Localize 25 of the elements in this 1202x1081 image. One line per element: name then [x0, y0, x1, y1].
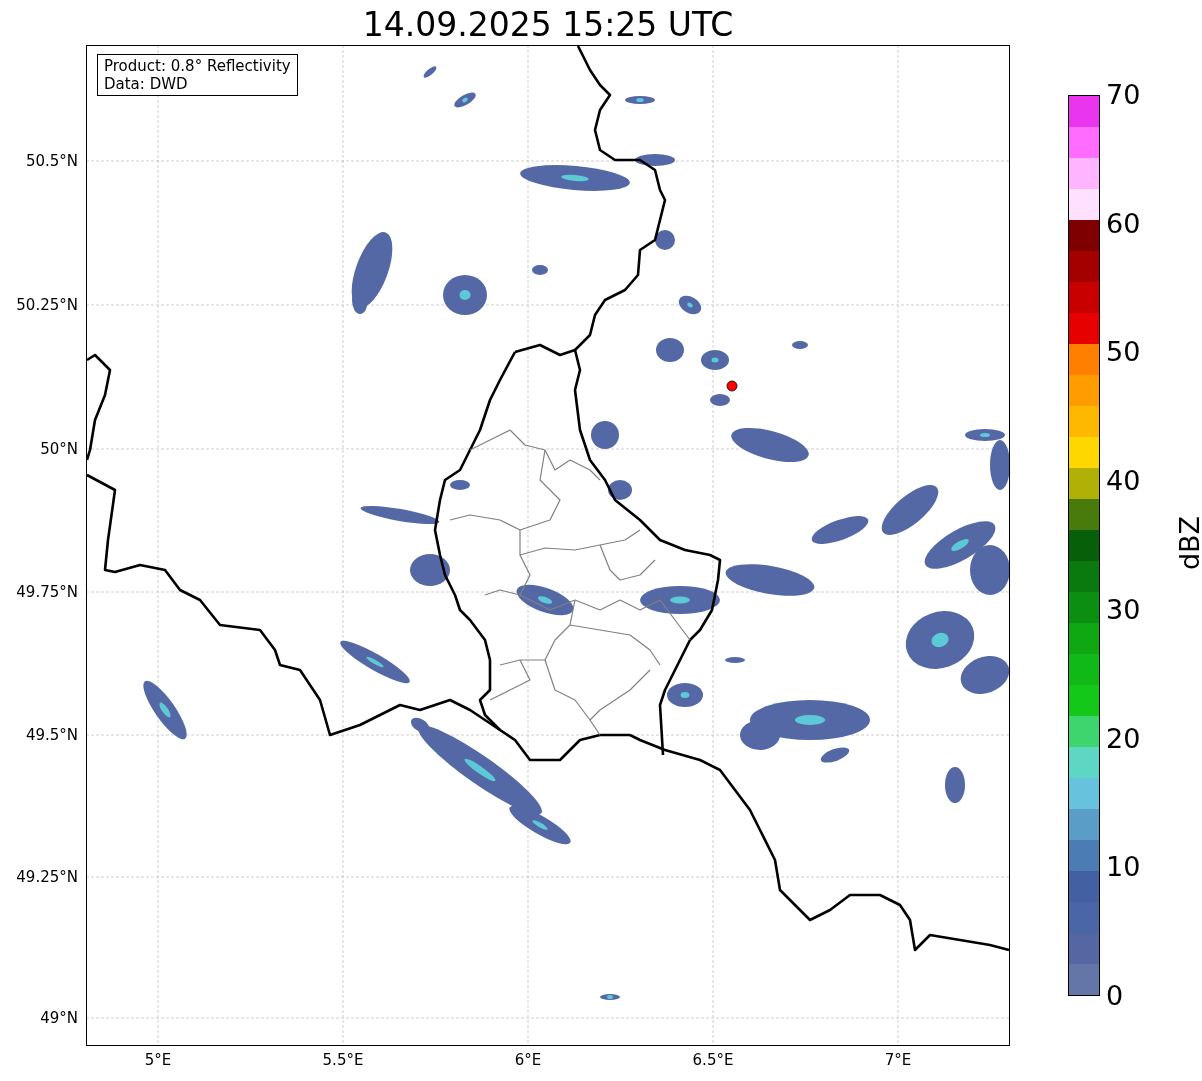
- x-axis-label: 6.5°E: [691, 1050, 735, 1070]
- colorbar-label: 10: [1106, 851, 1142, 884]
- x-axis-label: 5°E: [143, 1050, 173, 1070]
- y-axis-label: 49.75°N: [15, 582, 78, 602]
- colorbar-label: 20: [1106, 722, 1142, 755]
- x-axis-label: 6°E: [513, 1050, 543, 1070]
- y-axis-label: 49.5°N: [24, 725, 78, 745]
- x-axis-label: 5.5°E: [321, 1050, 365, 1070]
- y-axis-label: 50.25°N: [15, 295, 78, 315]
- y-axis-label: 50.5°N: [24, 151, 78, 171]
- colorbar-label: 70: [1106, 79, 1142, 111]
- colorbar-label: 50: [1106, 336, 1142, 369]
- colorbar-title: dBZ: [1174, 514, 1202, 573]
- colorbar-label: 30: [1106, 593, 1142, 626]
- chart-title: 14.09.2025 15:25 UTC: [361, 4, 735, 46]
- x-axis-label: 7°E: [883, 1050, 913, 1070]
- info-text: Product: 0.8° Reflectivity: [104, 57, 291, 75]
- colorbar-label: 0: [1106, 980, 1125, 1012]
- y-axis-label: 50°N: [39, 439, 78, 459]
- info-text: Data: DWD: [104, 75, 189, 93]
- station-marker: [726, 380, 738, 392]
- y-axis-label: 49°N: [39, 1008, 78, 1028]
- y-axis-label: 49.25°N: [15, 867, 78, 887]
- colorbar-label: 60: [1106, 207, 1142, 240]
- colorbar-label: 40: [1106, 465, 1142, 498]
